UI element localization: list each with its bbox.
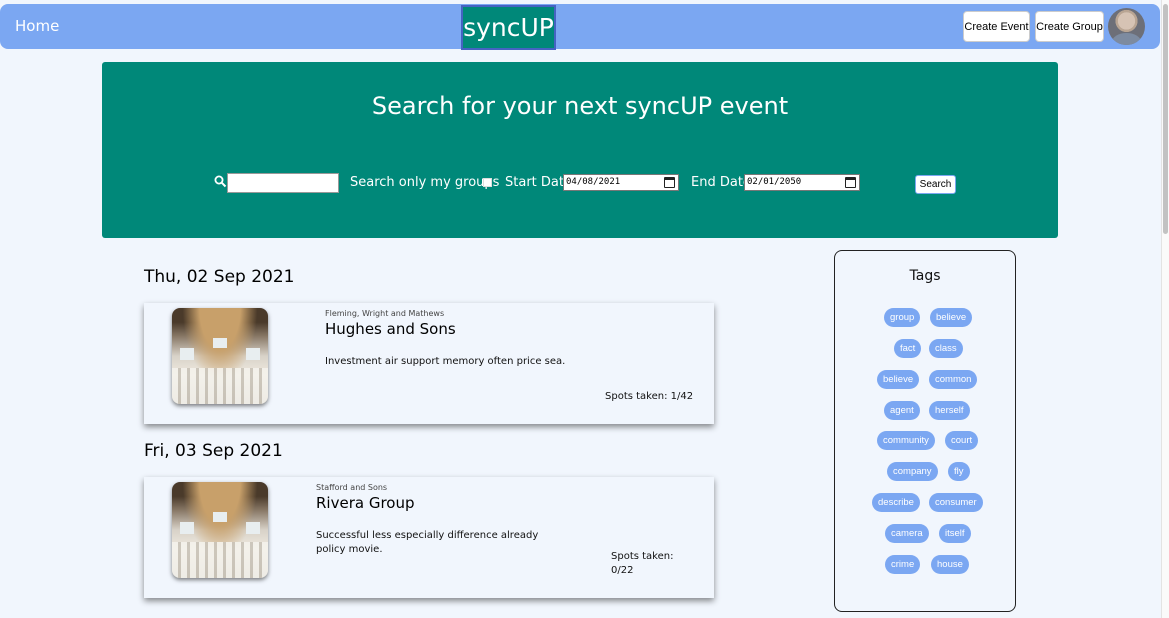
- tag[interactable]: common: [929, 370, 978, 389]
- tag[interactable]: camera: [885, 524, 929, 543]
- event-spots: Spots taken: 0/22: [611, 551, 674, 576]
- end-date-label: End Date: [691, 175, 751, 190]
- tag[interactable]: class: [929, 339, 963, 358]
- tag[interactable]: community: [877, 431, 935, 450]
- create-event-button[interactable]: Create Event: [963, 11, 1030, 42]
- start-date-value: 04/08/2021: [566, 177, 621, 187]
- search-icon: [214, 175, 227, 188]
- calendar-icon[interactable]: [664, 177, 675, 188]
- home-link[interactable]: Home: [15, 17, 59, 35]
- tag[interactable]: group: [884, 308, 921, 327]
- event-date-heading: Fri, 03 Sep 2021: [144, 441, 283, 461]
- event-description: Investment air support memory often pric…: [325, 356, 566, 367]
- event-group-name[interactable]: Stafford and Sons: [316, 483, 387, 492]
- calendar-icon[interactable]: [845, 177, 856, 188]
- event-card[interactable]: Fleming, Wright and Mathews Hughes and S…: [144, 303, 714, 424]
- create-group-button[interactable]: Create Group: [1035, 11, 1104, 42]
- tags-panel: Tags group believe fact class believe co…: [834, 250, 1016, 612]
- start-date-field[interactable]: 04/08/2021: [563, 174, 679, 191]
- event-group-name[interactable]: Fleming, Wright and Mathews: [325, 309, 444, 318]
- event-title[interactable]: Hughes and Sons: [325, 320, 456, 338]
- tag[interactable]: consumer: [929, 493, 983, 512]
- end-date-field[interactable]: 02/01/2050: [744, 174, 860, 191]
- avatar-shoulders: [1112, 33, 1141, 45]
- tag[interactable]: crime: [885, 555, 921, 574]
- event-card[interactable]: Stafford and Sons Rivera Group Successfu…: [144, 477, 714, 598]
- event-description: Successful less especially difference al…: [316, 530, 539, 555]
- tag[interactable]: itself: [939, 524, 971, 543]
- event-spots: Spots taken: 1/42: [605, 391, 694, 402]
- navbar: Home syncUP Create Event Create Group: [0, 4, 1160, 50]
- start-date-label: Start Date: [505, 175, 572, 190]
- search-button[interactable]: Search: [915, 175, 956, 194]
- tag[interactable]: herself: [929, 401, 970, 420]
- end-date-value: 02/01/2050: [747, 177, 802, 187]
- tag[interactable]: fly: [948, 462, 970, 481]
- tag[interactable]: court: [945, 431, 979, 450]
- scrollbar-thumb[interactable]: [1163, 4, 1168, 234]
- tag[interactable]: believe: [877, 370, 920, 389]
- tag[interactable]: company: [887, 462, 938, 481]
- tag[interactable]: agent: [884, 401, 920, 420]
- event-date-heading: Thu, 02 Sep 2021: [144, 267, 295, 287]
- tag[interactable]: fact: [894, 339, 922, 358]
- only-my-groups-checkbox[interactable]: [483, 178, 492, 187]
- only-my-groups-label: Search only my groups: [350, 175, 500, 190]
- tag[interactable]: describe: [872, 493, 920, 512]
- scrollbar[interactable]: [1161, 0, 1169, 618]
- search-panel-title: Search for your next syncUP event: [371, 92, 789, 120]
- logo[interactable]: syncUP: [461, 5, 556, 50]
- event-title[interactable]: Rivera Group: [316, 494, 415, 512]
- avatar[interactable]: [1108, 8, 1145, 45]
- tag[interactable]: house: [931, 555, 969, 574]
- event-image: [172, 482, 268, 578]
- search-input[interactable]: [227, 173, 339, 193]
- event-image: [172, 308, 268, 404]
- tag[interactable]: believe: [930, 308, 973, 327]
- search-panel: Search for your next syncUP event Search…: [102, 62, 1058, 238]
- tags-title: Tags: [909, 268, 941, 284]
